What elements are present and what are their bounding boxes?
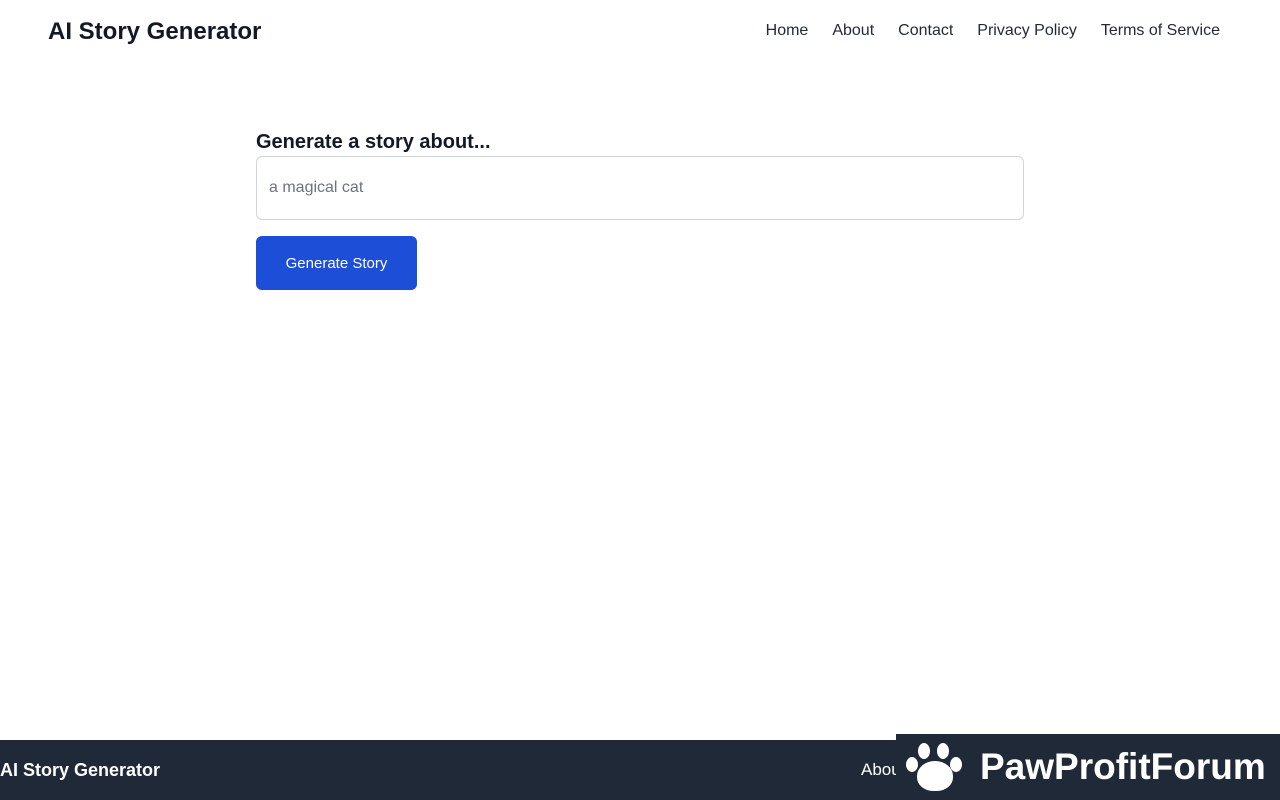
generate-story-button[interactable]: Generate Story <box>256 236 417 290</box>
nav-contact[interactable]: Contact <box>898 21 953 41</box>
story-prompt-label: Generate a story about... <box>256 131 491 153</box>
watermark-text: PawProfitForum <box>980 746 1266 787</box>
page: AI Story Generator Home About Contact Pr… <box>0 0 1280 800</box>
site-header: AI Story Generator Home About Contact Pr… <box>0 0 1280 64</box>
nav-privacy-policy[interactable]: Privacy Policy <box>977 21 1077 41</box>
paw-icon <box>904 739 964 795</box>
story-form: Generate a story about... Generate Story <box>256 129 1024 290</box>
story-prompt-input[interactable] <box>256 156 1024 220</box>
main-nav: Home About Contact Privacy Policy Terms … <box>766 21 1220 41</box>
watermark-overlay: PawProfitForum <box>896 734 1280 800</box>
site-title[interactable]: AI Story Generator <box>48 17 261 47</box>
footer-title: AI Story Generator <box>0 760 161 780</box>
nav-terms-of-service[interactable]: Terms of Service <box>1101 21 1220 41</box>
nav-home[interactable]: Home <box>766 21 809 41</box>
nav-about[interactable]: About <box>832 21 874 41</box>
